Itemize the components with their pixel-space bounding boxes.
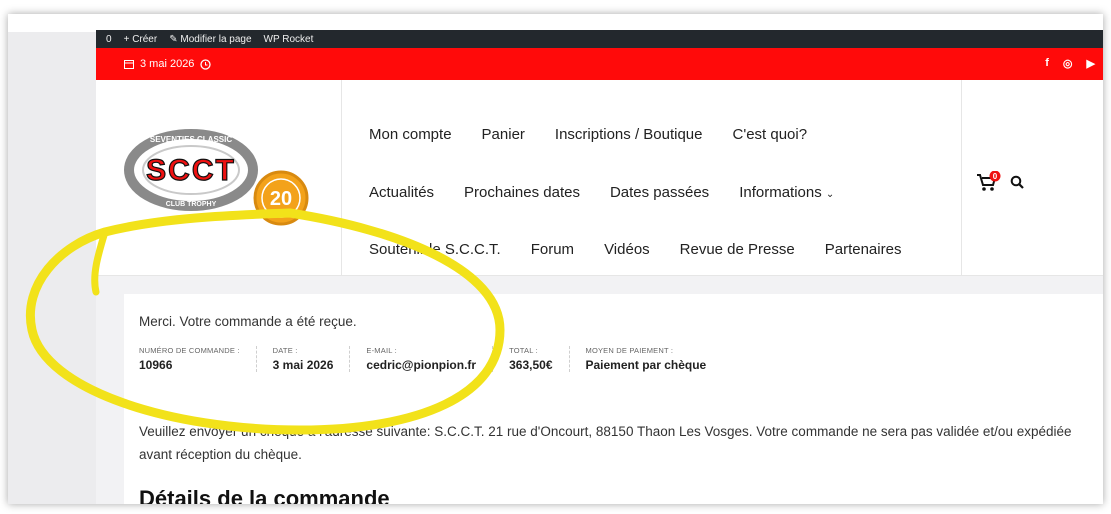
facebook-icon[interactable]: f <box>1045 57 1049 70</box>
comments-count[interactable]: 0 <box>106 34 112 45</box>
order-total: TOTAL : 363,50€ <box>509 346 570 372</box>
site-header: SCCT SEVENTIES CLASSIC CLUB TROPHY 20 Mo… <box>96 80 1103 276</box>
svg-text:20: 20 <box>270 188 292 210</box>
nav-item-inscriptions[interactable]: Inscriptions / Boutique <box>555 126 703 143</box>
nav-item-soutenir[interactable]: Soutenir le S.C.C.T. <box>369 241 501 258</box>
logo-cell: SCCT SEVENTIES CLASSIC CLUB TROPHY 20 <box>96 80 342 276</box>
date-text: 3 mai 2026 <box>140 58 195 70</box>
nav-item-mon-compte[interactable]: Mon compte <box>369 126 452 143</box>
nav-item-revue-de-presse[interactable]: Revue de Presse <box>680 241 795 258</box>
search-icon[interactable] <box>1010 175 1024 189</box>
top-info-bar: 3 mai 2026 f ◎ ▶ <box>96 48 1103 80</box>
nav-item-partenaires[interactable]: Partenaires <box>825 241 902 258</box>
nav-item-panier[interactable]: Panier <box>482 126 525 143</box>
order-overview: NUMÉRO DE COMMANDE : 10966 DATE : 3 mai … <box>139 346 738 372</box>
svg-text:SEVENTIES CLASSIC: SEVENTIES CLASSIC <box>150 135 232 144</box>
nav-item-actualites[interactable]: Actualités <box>369 184 434 201</box>
nav-row-2: Actualités Prochaines dates Dates passée… <box>369 184 834 201</box>
pencil-icon: ✎ <box>169 33 178 45</box>
order-date: DATE : 3 mai 2026 <box>273 346 351 372</box>
edit-page-link[interactable]: ✎ Modifier la page <box>169 34 251 45</box>
chevron-down-icon: ⌄ <box>825 189 835 200</box>
nav-item-dates-passees[interactable]: Dates passées <box>610 184 709 201</box>
cart-icon[interactable]: 0 <box>976 171 1002 193</box>
svg-text:0: 0 <box>993 172 998 181</box>
order-number: NUMÉRO DE COMMANDE : 10966 <box>139 346 257 372</box>
instagram-icon[interactable]: ◎ <box>1063 57 1073 70</box>
order-email: E-MAIL : cedric@pionpion.fr <box>366 346 494 372</box>
svg-text:CLUB TROPHY: CLUB TROPHY <box>166 201 217 208</box>
nav-item-informations[interactable]: Informations ⌄ <box>739 184 834 201</box>
order-payment-method: MOYEN DE PAIEMENT : Paiement par chèque <box>585 346 707 372</box>
svg-text:SCCT: SCCT <box>146 154 236 187</box>
nav-item-cest-quoi[interactable]: C'est quoi? <box>733 126 808 143</box>
wp-admin-bar: 0 + Créer ✎ Modifier la page WP Rocket <box>96 30 1103 48</box>
header-actions: 0 <box>976 171 1024 193</box>
wp-rocket-link[interactable]: WP Rocket <box>264 34 314 45</box>
left-gutter <box>8 32 96 504</box>
create-link[interactable]: + Créer <box>124 34 158 45</box>
nav-item-forum[interactable]: Forum <box>531 241 574 258</box>
clock-icon <box>200 58 212 70</box>
youtube-icon[interactable]: ▶ <box>1087 57 1095 70</box>
order-details-heading: Détails de la commande <box>139 486 390 504</box>
payment-instructions: Veuillez envoyer un chèque à l'adresse s… <box>139 424 1072 462</box>
order-thank-you: Merci. Votre commande a été reçue. <box>139 314 357 329</box>
nav-item-prochaines-dates[interactable]: Prochaines dates <box>464 184 580 201</box>
social-links: f ◎ ▶ <box>1045 57 1095 70</box>
date-display: 3 mai 2026 <box>124 58 212 70</box>
calendar-icon <box>124 60 134 69</box>
screenshot-frame: 0 + Créer ✎ Modifier la page WP Rocket 3… <box>8 14 1103 504</box>
order-received-card: Merci. Votre commande a été reçue. NUMÉR… <box>124 294 1103 504</box>
main-navigation: Mon compte Panier Inscriptions / Boutiqu… <box>342 80 962 276</box>
scct-logo[interactable]: SCCT SEVENTIES CLASSIC CLUB TROPHY 20 <box>96 80 342 276</box>
nav-item-videos[interactable]: Vidéos <box>604 241 650 258</box>
content-area: Merci. Votre commande a été reçue. NUMÉR… <box>96 276 1103 504</box>
nav-row-3: Soutenir le S.C.C.T. Forum Vidéos Revue … <box>369 241 901 258</box>
nav-row-1: Mon compte Panier Inscriptions / Boutiqu… <box>369 126 807 143</box>
